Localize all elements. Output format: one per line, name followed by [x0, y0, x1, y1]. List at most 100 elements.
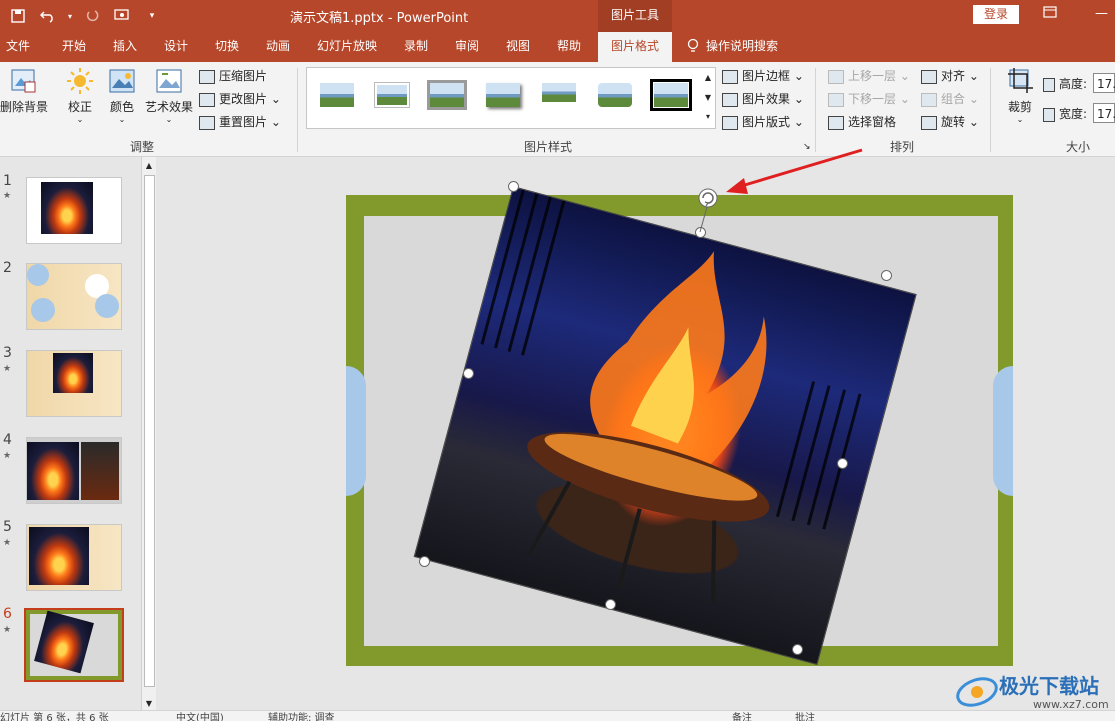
tab-record[interactable]: 录制	[392, 32, 440, 62]
resize-handle-top-left[interactable]	[508, 181, 519, 192]
bring-forward-button[interactable]: 上移一层 ⌄	[828, 66, 910, 86]
gallery-up-icon[interactable]: ▲	[701, 68, 715, 88]
scroll-down-icon[interactable]: ▼	[142, 699, 156, 708]
tab-review[interactable]: 审阅	[443, 32, 491, 62]
crop-label: 裁剪	[1007, 100, 1032, 114]
animation-star-icon: ★	[3, 625, 12, 635]
undo-dropdown-icon[interactable]: ▾	[66, 5, 74, 27]
undo-icon[interactable]	[36, 5, 60, 27]
scroll-up-icon[interactable]: ▲	[142, 161, 156, 170]
tab-design[interactable]: 设计	[152, 32, 200, 62]
adjust-group-label: 调整	[130, 140, 155, 154]
send-backward-button[interactable]: 下移一层 ⌄	[828, 89, 910, 109]
width-input[interactable]: 17.	[1093, 103, 1115, 123]
minimize-icon[interactable]: —	[1095, 6, 1108, 21]
slide-number: 2	[3, 260, 12, 276]
gallery-scroll[interactable]: ▲ ▼ ▾	[701, 67, 716, 129]
scroll-thumb[interactable]	[144, 175, 155, 687]
lightbulb-icon	[686, 32, 700, 62]
slide-thumb-6-selected[interactable]	[24, 608, 124, 682]
resize-handle-bottom-left[interactable]	[419, 556, 430, 567]
tab-animations[interactable]: 动画	[254, 32, 302, 62]
style-thumb-1[interactable]	[317, 80, 357, 110]
tell-me-search[interactable]: 操作说明搜索	[706, 32, 796, 62]
save-icon[interactable]	[6, 5, 30, 27]
rotate-button[interactable]: 旋转 ⌄	[921, 112, 979, 132]
resize-handle-top[interactable]	[695, 227, 706, 238]
style-thumb-3[interactable]	[427, 80, 467, 110]
height-input[interactable]: 17.	[1093, 73, 1115, 93]
title-bar: ▾ ▾ 演示文稿1.pptx - PowerPoint 图片工具 登录 —	[0, 0, 1115, 32]
slide-thumb-4[interactable]	[26, 437, 122, 504]
slide-thumb-1[interactable]	[26, 177, 122, 244]
artistic-effects-button[interactable]: 艺术效果 ⌄	[144, 66, 194, 124]
change-picture-button[interactable]: 更改图片 ⌄	[199, 89, 281, 109]
resize-handle-bottom-right[interactable]	[792, 644, 803, 655]
style-thumb-2[interactable]	[372, 80, 412, 110]
comments-button[interactable]: 批注	[795, 711, 815, 721]
style-thumb-4[interactable]	[483, 80, 523, 110]
gallery-more-icon[interactable]: ▾	[701, 108, 715, 126]
style-thumb-5[interactable]	[539, 80, 579, 110]
picture-effects-button[interactable]: 图片效果 ⌄	[722, 89, 804, 109]
language-status[interactable]: 中文(中国)	[176, 711, 224, 721]
send-backward-icon	[828, 92, 844, 107]
slide-thumb-2[interactable]	[26, 263, 122, 330]
color-button[interactable]: 颜色 ⌄	[104, 66, 140, 124]
compress-pictures-button[interactable]: 压缩图片	[199, 66, 267, 86]
remove-background-button[interactable]: 删除背景	[0, 66, 48, 115]
change-picture-icon	[199, 92, 215, 107]
picture-border-button[interactable]: 图片边框 ⌄	[722, 66, 804, 86]
slide-number: 5	[3, 519, 12, 535]
animation-star-icon: ★	[3, 451, 12, 461]
quick-access-toolbar: ▾ ▾	[6, 5, 164, 27]
slide-number: 4	[3, 432, 12, 448]
accessibility-status[interactable]: 辅助功能: 调查	[268, 711, 335, 721]
align-button[interactable]: 对齐 ⌄	[921, 66, 979, 86]
tab-picture-format[interactable]: 图片格式	[598, 32, 672, 62]
style-thumb-7[interactable]	[650, 79, 692, 111]
present-from-start-icon[interactable]	[110, 5, 134, 27]
tab-file[interactable]: 文件	[0, 32, 36, 62]
resize-handle-bottom[interactable]	[605, 599, 616, 610]
slide-thumb-5[interactable]	[26, 524, 122, 591]
tab-home[interactable]: 开始	[50, 32, 98, 62]
selection-pane-button[interactable]: 选择窗格	[828, 112, 896, 132]
thumbnail-scrollbar[interactable]: ▲ ▼	[141, 157, 156, 710]
picture-layout-button[interactable]: 图片版式 ⌄	[722, 112, 804, 132]
customize-qat-icon[interactable]: ▾	[140, 5, 164, 27]
dialog-launcher-icon[interactable]: ↘	[803, 142, 811, 152]
tab-insert[interactable]: 插入	[101, 32, 149, 62]
chevron-down-icon: ⌄	[1016, 115, 1024, 124]
ribbon-display-icon[interactable]	[1043, 6, 1057, 22]
status-bar: 幻灯片 第 6 张，共 6 张 中文(中国) 辅助功能: 调查 备注 批注	[0, 710, 1115, 721]
resize-handle-right[interactable]	[837, 458, 848, 469]
resize-handle-top-right[interactable]	[881, 270, 892, 281]
crop-button[interactable]: 裁剪 ⌄	[1000, 66, 1040, 124]
height-icon	[1043, 77, 1055, 92]
corrections-label: 校正	[67, 100, 92, 114]
picture-styles-gallery	[306, 67, 703, 129]
sun-icon	[65, 66, 95, 96]
group-button[interactable]: 组合 ⌄	[921, 89, 979, 109]
right-decoration	[993, 366, 1013, 496]
watermark-text: 极光下载站	[999, 674, 1099, 698]
reset-picture-button[interactable]: 重置图片 ⌄	[199, 112, 281, 132]
slide-thumb-3[interactable]	[26, 350, 122, 417]
group-separator	[297, 68, 298, 152]
rotate-icon	[921, 115, 937, 130]
tab-view[interactable]: 视图	[494, 32, 542, 62]
notes-button[interactable]: 备注	[732, 711, 752, 721]
resize-handle-left[interactable]	[463, 368, 474, 379]
gallery-down-icon[interactable]: ▼	[701, 88, 715, 108]
slide-number: 3	[3, 345, 12, 361]
tab-help[interactable]: 帮助	[545, 32, 593, 62]
tab-transitions[interactable]: 切换	[203, 32, 251, 62]
style-thumb-6[interactable]	[595, 80, 635, 110]
crop-icon	[1005, 66, 1035, 96]
corrections-button[interactable]: 校正 ⌄	[60, 66, 100, 124]
animation-star-icon: ★	[3, 191, 12, 201]
login-button[interactable]: 登录	[973, 5, 1019, 24]
animation-star-icon: ★	[3, 538, 12, 548]
tab-slideshow[interactable]: 幻灯片放映	[309, 32, 385, 62]
